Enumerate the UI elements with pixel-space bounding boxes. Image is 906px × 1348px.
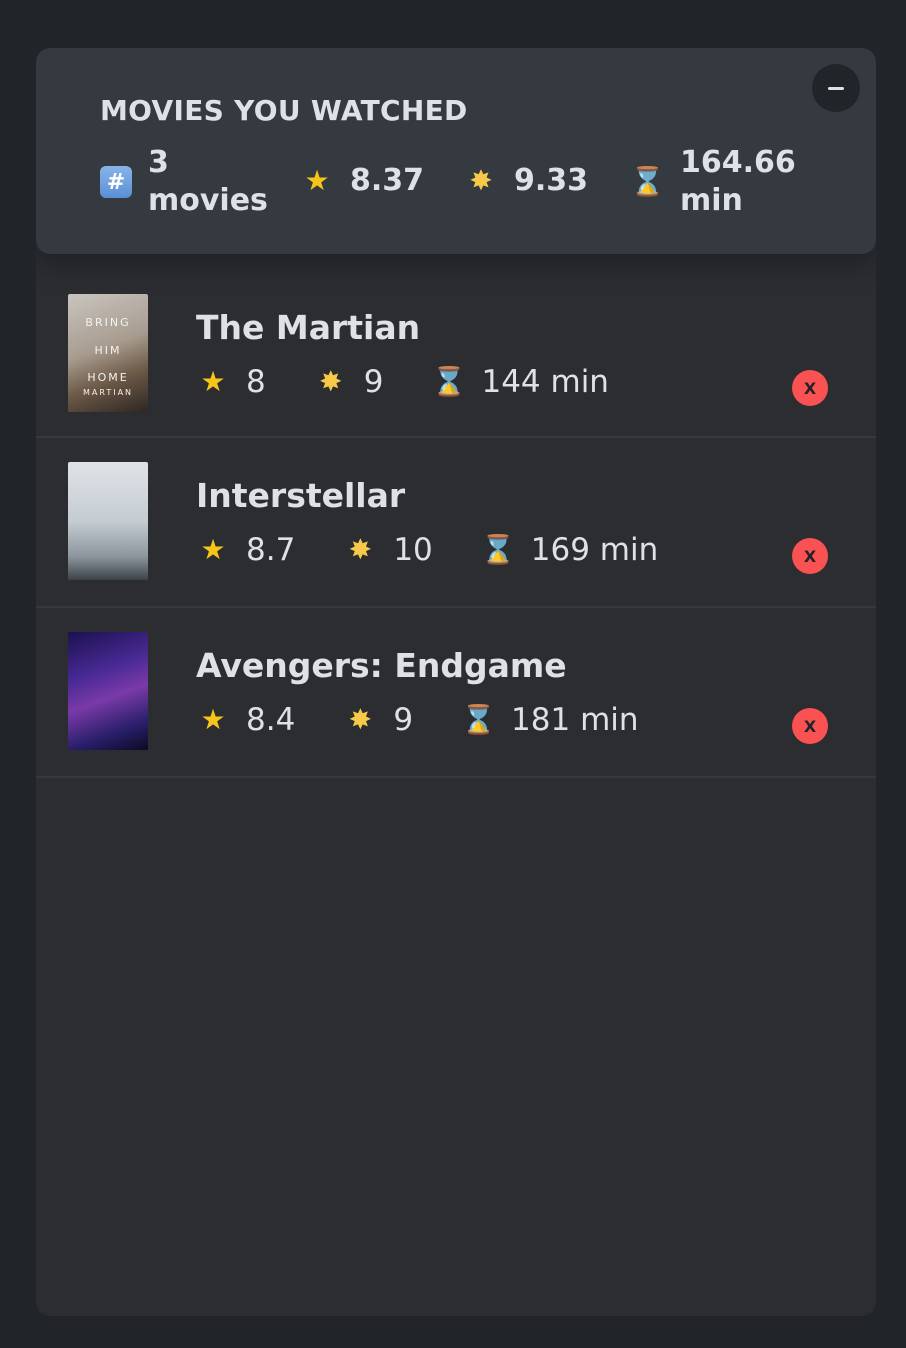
delete-movie-button[interactable]: X	[792, 538, 828, 574]
imdb-rating: 8.4	[246, 702, 296, 738]
avg-user-rating: 9.33	[514, 163, 589, 198]
hash-icon: #	[100, 166, 132, 198]
movie-stats: ★ 8.4 ✸ 9 ⌛ 181 min	[196, 702, 687, 738]
collapse-toggle-button[interactable]	[812, 64, 860, 112]
imdb-rating: 8.7	[246, 532, 296, 568]
stat-movie-count: # 3 movies	[100, 144, 268, 220]
movie-count-value: 3	[148, 145, 169, 180]
delete-movie-button[interactable]: X	[792, 370, 828, 406]
watched-box: MOVIES YOU WATCHED # 3 movies ★ 8.37 ✸ 9…	[36, 48, 876, 1316]
user-rating: 9	[393, 702, 414, 738]
star-icon: ★	[200, 533, 226, 566]
runtime: 181 min	[511, 702, 639, 738]
hourglass-icon: ⌛	[630, 165, 665, 198]
movie-stats: ★ 8 ✸ 9 ⌛ 144 min	[196, 364, 657, 400]
movie-poster	[68, 462, 148, 580]
movie-stats: ★ 8.7 ✸ 10 ⌛ 169 min	[196, 532, 706, 568]
movie-poster: BRING HIM HOME MARTIAN	[68, 294, 148, 412]
glowing-star-icon: ✸	[348, 533, 373, 566]
star-icon: ★	[200, 703, 226, 736]
runtime: 169 min	[530, 532, 659, 568]
hourglass-icon: ⌛	[461, 703, 496, 736]
avg-runtime-unit: min	[680, 183, 743, 218]
movie-title: Avengers: Endgame	[196, 646, 567, 685]
movie-count-unit: movies	[148, 183, 268, 218]
glowing-star-icon: ✸	[319, 365, 343, 398]
summary-title: MOVIES YOU WATCHED	[100, 94, 468, 127]
user-rating: 9	[363, 364, 384, 400]
minus-icon	[828, 86, 844, 90]
star-icon: ★	[304, 164, 330, 197]
stat-avg-user-rating: ✸ 9.33	[464, 162, 588, 200]
runtime: 144 min	[481, 364, 609, 400]
movie-title: The Martian	[196, 308, 421, 347]
hourglass-icon: ⌛	[431, 365, 467, 398]
stat-avg-runtime: ⌛ 164.66 min	[630, 144, 796, 220]
movie-poster	[68, 632, 148, 750]
user-rating: 10	[393, 532, 433, 568]
stat-avg-imdb: ★ 8.37	[300, 162, 424, 200]
glowing-star-icon: ✸	[348, 703, 373, 736]
glowing-star-icon: ✸	[469, 164, 493, 197]
star-icon: ★	[200, 365, 226, 398]
avg-imdb-rating: 8.37	[350, 163, 425, 198]
avg-runtime-value: 164.66	[680, 145, 796, 180]
watched-movie-list: BRING HIM HOME MARTIAN The Martian ★ 8 ✸ 9…	[36, 254, 876, 778]
watched-movie-item: BRING HIM HOME MARTIAN The Martian ★ 8 ✸ 9…	[36, 254, 876, 438]
imdb-rating: 8	[246, 364, 266, 400]
watched-movie-item: Interstellar ★ 8.7 ✸ 10 ⌛ 169 min X	[36, 438, 876, 608]
watched-summary: MOVIES YOU WATCHED # 3 movies ★ 8.37 ✸ 9…	[36, 48, 876, 254]
watched-movie-item: Avengers: Endgame ★ 8.4 ✸ 9 ⌛ 181 min X	[36, 608, 876, 778]
movie-title: Interstellar	[196, 476, 406, 515]
delete-movie-button[interactable]: X	[792, 708, 828, 744]
hourglass-icon: ⌛	[480, 533, 516, 566]
